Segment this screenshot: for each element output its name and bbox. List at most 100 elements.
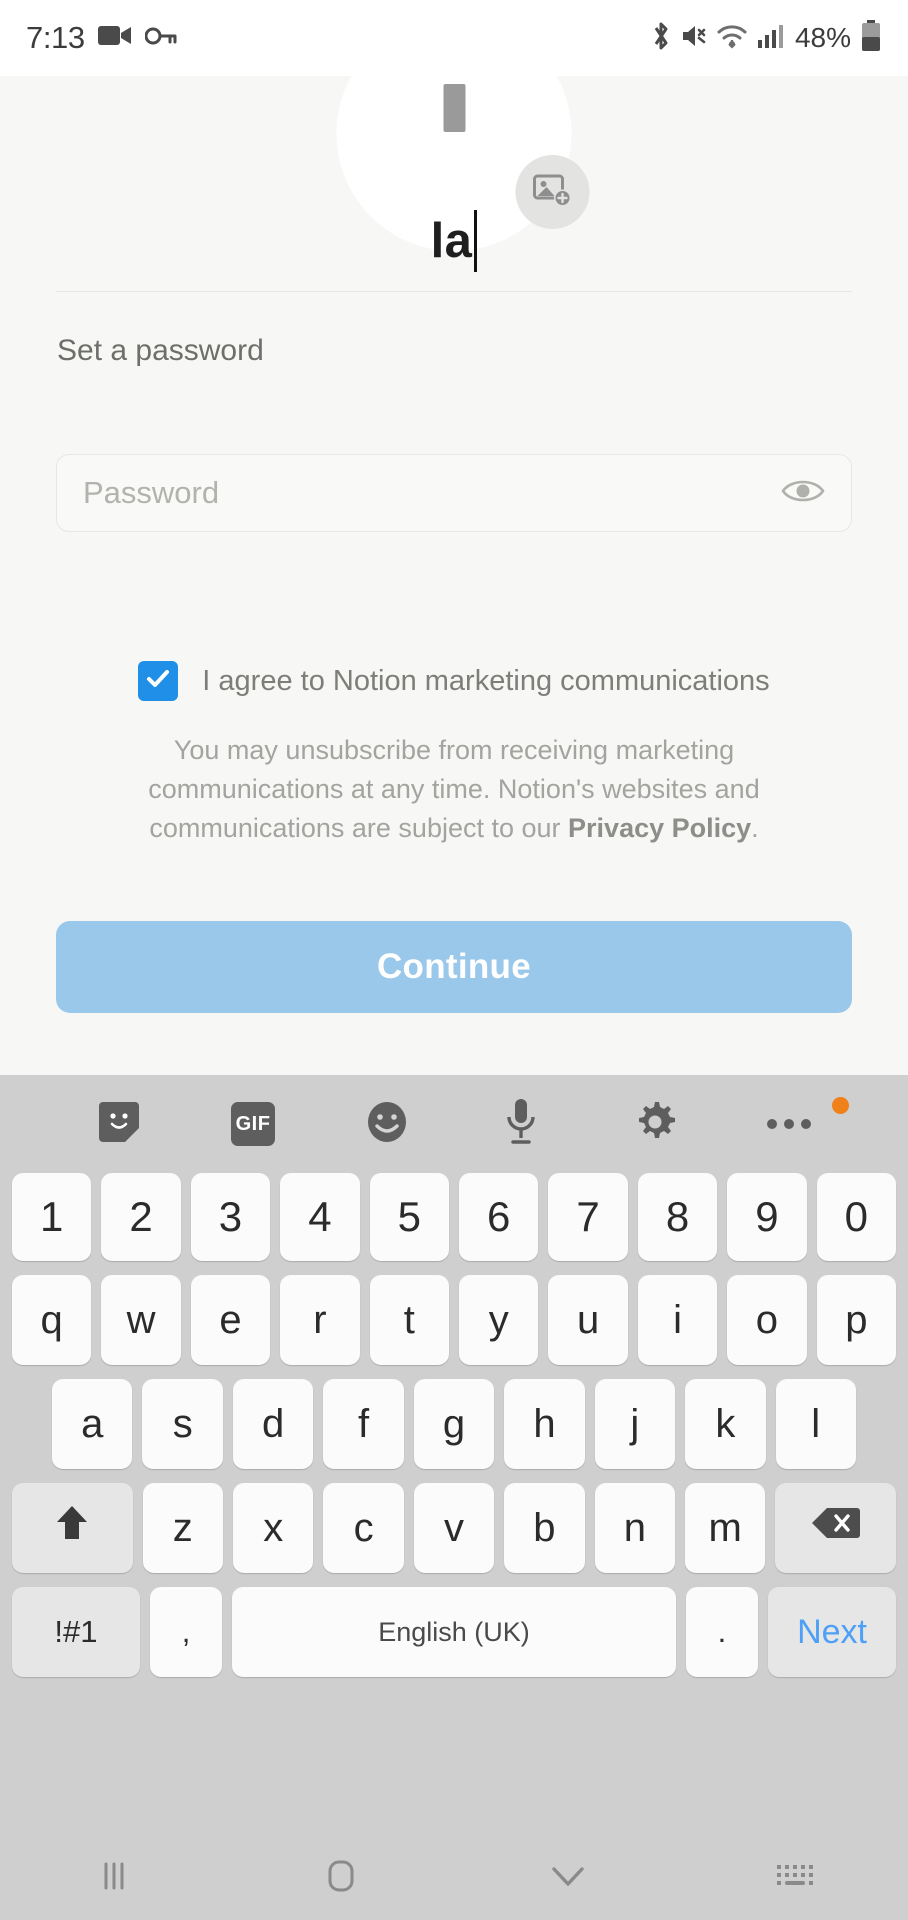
backspace-icon — [810, 1505, 862, 1551]
sticker-button[interactable] — [52, 1075, 186, 1173]
key-j[interactable]: j — [594, 1379, 676, 1469]
key-2[interactable]: 2 — [101, 1173, 181, 1261]
password-placeholder: Password — [83, 475, 220, 510]
continue-button[interactable]: Continue — [56, 921, 852, 1013]
video-camera-icon — [97, 23, 132, 53]
sticker-icon — [95, 1098, 143, 1151]
signal-icon — [757, 23, 783, 54]
key-g[interactable]: g — [413, 1379, 495, 1469]
key-5[interactable]: 5 — [369, 1173, 449, 1261]
on-screen-keyboard: GIF 1 2 3 4 5 6 7 8 9 0 q w e r t y u i … — [0, 1075, 908, 1837]
gear-icon — [632, 1099, 678, 1150]
key-k[interactable]: k — [685, 1379, 766, 1469]
next-key[interactable]: Next — [768, 1587, 896, 1677]
back-button[interactable] — [454, 1861, 681, 1896]
key-t[interactable]: t — [369, 1275, 449, 1365]
key-q[interactable]: q — [11, 1275, 92, 1365]
privacy-policy-link[interactable]: Privacy Policy — [568, 813, 751, 843]
continue-button-label: Continue — [376, 947, 532, 986]
keyboard-row-bottom: z x c v b n m — [6, 1483, 902, 1573]
key-a[interactable]: a — [52, 1379, 133, 1469]
keyboard-row-home: a s d f g h j k l — [6, 1379, 902, 1469]
keyboard-row-function: !#1 , English (UK) . Next — [6, 1587, 902, 1677]
key-n[interactable]: n — [594, 1483, 676, 1573]
key-7[interactable]: 7 — [548, 1173, 628, 1261]
bluetooth-icon — [650, 21, 672, 56]
key-m[interactable]: m — [685, 1483, 766, 1573]
key-i[interactable]: i — [637, 1275, 718, 1365]
display-name-value: la — [430, 214, 473, 268]
key-r[interactable]: r — [280, 1275, 360, 1365]
mute-icon — [681, 21, 707, 56]
home-icon — [319, 1854, 363, 1903]
backspace-key[interactable] — [775, 1483, 897, 1573]
emoji-icon — [364, 1099, 410, 1150]
status-bar: 7:13 48% — [0, 0, 908, 76]
keyboard-rows: 1 2 3 4 5 6 7 8 9 0 q w e r t y u i o p … — [0, 1173, 908, 1677]
key-v[interactable]: v — [413, 1483, 495, 1573]
key-s[interactable]: s — [142, 1379, 223, 1469]
battery-percent-label: 48% — [794, 22, 851, 53]
key-d[interactable]: d — [232, 1379, 314, 1469]
more-options-button[interactable] — [722, 1075, 856, 1173]
key-b[interactable]: b — [504, 1483, 585, 1573]
key-u[interactable]: u — [548, 1275, 628, 1365]
key-h[interactable]: h — [504, 1379, 585, 1469]
symbols-key[interactable]: !#1 — [12, 1587, 140, 1677]
recents-icon — [94, 1856, 134, 1901]
key-1[interactable]: 1 — [11, 1173, 92, 1261]
gif-icon: GIF — [231, 1102, 275, 1146]
key-f[interactable]: f — [323, 1379, 404, 1469]
keyboard-icon — [773, 1860, 817, 1897]
text-caret — [474, 210, 478, 272]
key-8[interactable]: 8 — [637, 1173, 718, 1261]
key-3[interactable]: 3 — [190, 1173, 271, 1261]
avatar-initial-placeholder — [443, 84, 465, 132]
period-key[interactable]: . — [685, 1587, 759, 1677]
key-w[interactable]: w — [101, 1275, 181, 1365]
gif-button[interactable]: GIF — [186, 1075, 320, 1173]
more-options-icon — [767, 1119, 811, 1129]
key-4[interactable]: 4 — [280, 1173, 360, 1261]
status-bar-left: 7:13 — [26, 20, 177, 56]
key-x[interactable]: x — [232, 1483, 314, 1573]
battery-icon — [860, 19, 882, 57]
voice-input-button[interactable] — [454, 1075, 588, 1173]
key-l[interactable]: l — [775, 1379, 856, 1469]
recents-button[interactable] — [0, 1856, 227, 1901]
chevron-down-icon — [546, 1861, 590, 1896]
marketing-consent-checkbox[interactable] — [138, 661, 179, 701]
keyboard-settings-button[interactable] — [588, 1075, 722, 1173]
notification-dot — [832, 1097, 849, 1114]
checkmark-icon — [145, 666, 171, 697]
password-input[interactable]: Password — [56, 454, 852, 532]
wifi-icon — [716, 22, 748, 55]
emoji-button[interactable] — [320, 1075, 454, 1173]
keyboard-row-top: q w e r t y u i o p — [6, 1275, 902, 1365]
hide-keyboard-button[interactable] — [681, 1860, 908, 1897]
marketing-disclaimer: You may unsubscribe from receiving marke… — [92, 731, 816, 848]
key-c[interactable]: c — [323, 1483, 404, 1573]
key-icon — [144, 25, 177, 52]
shift-arrow-icon — [50, 1501, 94, 1555]
space-key[interactable]: English (UK) — [232, 1587, 676, 1677]
shift-key[interactable] — [11, 1483, 133, 1573]
display-name-field[interactable]: la — [0, 196, 908, 286]
home-button[interactable] — [227, 1854, 454, 1903]
key-o[interactable]: o — [727, 1275, 807, 1365]
comma-key[interactable]: , — [149, 1587, 223, 1677]
key-0[interactable]: 0 — [816, 1173, 897, 1261]
marketing-consent-label: I agree to Notion marketing communicatio… — [202, 664, 770, 697]
microphone-icon — [502, 1097, 540, 1152]
key-e[interactable]: e — [190, 1275, 271, 1365]
status-bar-clock: 7:13 — [26, 20, 85, 55]
marketing-consent-row[interactable]: I agree to Notion marketing communicatio… — [0, 661, 908, 701]
key-6[interactable]: 6 — [459, 1173, 539, 1261]
status-bar-right: 48% — [650, 19, 882, 57]
key-z[interactable]: z — [142, 1483, 223, 1573]
keyboard-row-numbers: 1 2 3 4 5 6 7 8 9 0 — [6, 1173, 902, 1261]
key-y[interactable]: y — [459, 1275, 539, 1365]
key-9[interactable]: 9 — [727, 1173, 807, 1261]
eye-icon[interactable] — [781, 476, 825, 511]
key-p[interactable]: p — [816, 1275, 897, 1365]
